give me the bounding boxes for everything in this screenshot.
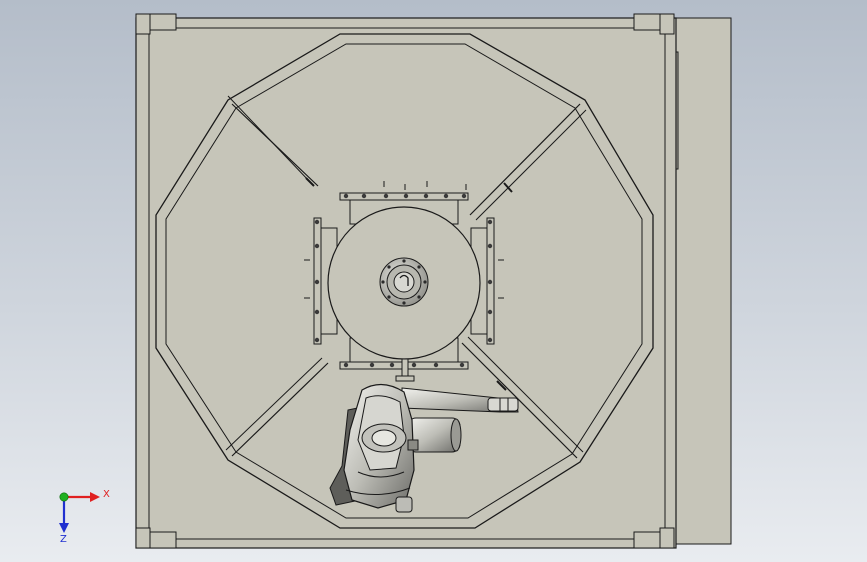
z-axis-arrow-icon [59,497,69,533]
x-axis-label: X [103,489,110,500]
cad-viewport[interactable]: X Z [0,0,867,562]
x-axis-arrow-icon [64,492,100,502]
y-axis-dot-icon [59,492,69,502]
z-axis-label: Z [60,534,67,545]
coordinate-triad: X Z [59,489,110,545]
